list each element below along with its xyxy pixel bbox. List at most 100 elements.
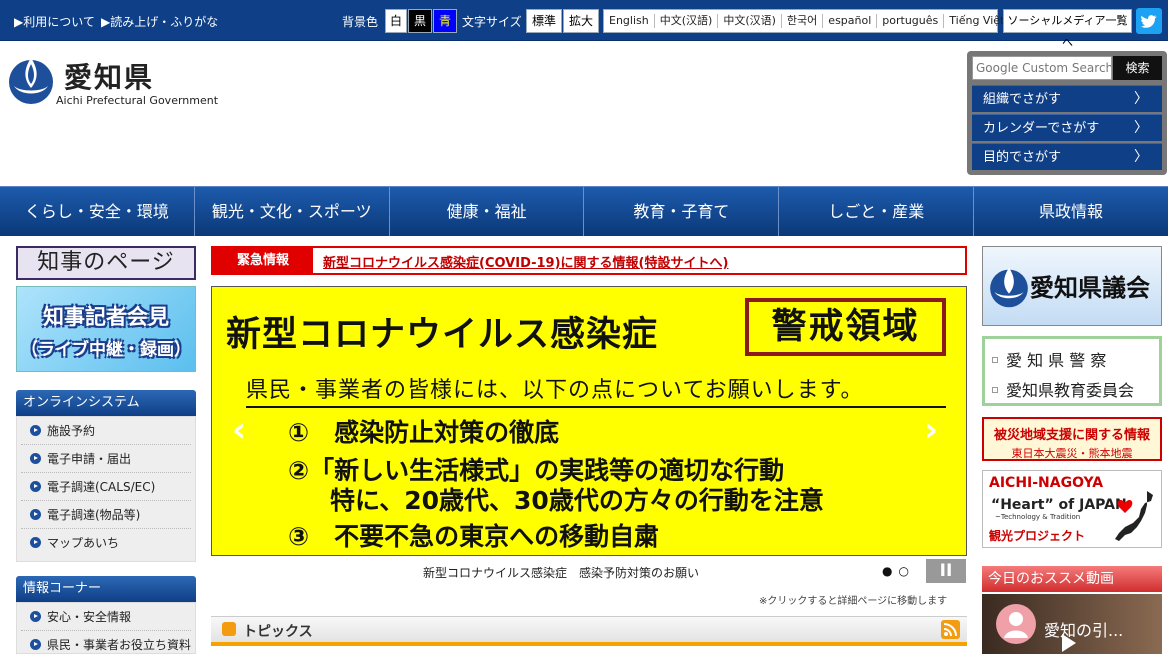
rss-icon[interactable] — [941, 620, 960, 639]
site-subtitle: Aichi Prefectural Government — [56, 94, 219, 107]
topics-label: トピックス — [243, 624, 313, 640]
banner-point-3: ③ 不要不急の東京への移動自粛 — [288, 522, 660, 551]
online-system-heading: オンラインシステム — [16, 390, 196, 416]
disaster-subtitle: 東日本大震災・熊本地震 — [1011, 447, 1133, 460]
slide-pause-button[interactable]: II — [926, 559, 966, 583]
info-corner-heading: 情報コーナー — [16, 576, 196, 602]
list-item[interactable]: 安心・安全情報 — [21, 603, 191, 631]
education-label: 愛知県教育委員会 — [1006, 381, 1135, 400]
site-title[interactable]: 愛知県 — [64, 56, 154, 96]
list-item[interactable]: 電子申請・届出 — [21, 445, 191, 473]
recommended-video-heading: 今日のおススメ動画 — [982, 566, 1162, 592]
police-label: 愛 知 県 警 察 — [1006, 351, 1107, 370]
nav-education-childcare[interactable]: 教育・子育て — [584, 187, 780, 236]
aichi-nagoya-tourism-banner[interactable]: AICHI-NAGOYA “Heart” of JAPAN ~Technolog… — [982, 470, 1162, 548]
nav-life-safety[interactable]: くらし・安全・環境 — [0, 187, 195, 236]
search-link-label: 組織でさがす — [983, 92, 1062, 107]
search-by-purpose[interactable]: 目的でさがす 〉 — [972, 143, 1162, 170]
square-bullet-icon — [992, 387, 998, 393]
font-standard-button[interactable]: 標準 — [526, 9, 562, 33]
japan-map-icon — [1115, 491, 1153, 541]
slide-next-icon[interactable]: › — [924, 410, 938, 450]
press-line2: （ライブ中継・録画） — [21, 340, 191, 360]
search-button[interactable]: 検索 — [1113, 56, 1162, 80]
list-item[interactable]: 電子調達(物品等) — [21, 501, 191, 529]
read-aloud-link[interactable]: ▶読み上げ・ふりがな — [101, 13, 218, 30]
lang-spanish[interactable]: español — [823, 14, 878, 28]
search-by-organization[interactable]: 組織でさがす 〉 — [972, 85, 1162, 112]
topics-icon — [222, 622, 236, 636]
list-item[interactable]: マップあいち — [21, 529, 191, 557]
technology-tradition-text: ~Technology & Tradition — [995, 513, 1081, 521]
aichi-logo-icon[interactable] — [8, 50, 54, 106]
banner-title: 新型コロナウイルス感染症 — [226, 315, 659, 355]
play-icon[interactable] — [1062, 634, 1076, 652]
arrow-bullet-icon — [30, 425, 41, 436]
lang-english[interactable]: English — [604, 14, 655, 28]
slide-pagination-dots[interactable]: ●○ — [882, 564, 915, 578]
search-by-calendar[interactable]: カレンダーでさがす 〉 — [972, 114, 1162, 141]
list-item-label: 施設予約 — [47, 424, 96, 438]
list-item-label: 電子申請・届出 — [47, 452, 132, 466]
emergency-label: 緊急情報 — [213, 248, 313, 273]
social-media-list-link[interactable]: ソーシャルメディア一覧へ — [1003, 9, 1132, 49]
about-link[interactable]: ▶利用について — [14, 13, 95, 30]
nav-prefectural-info[interactable]: 県政情報 — [974, 187, 1168, 236]
lang-chinese-simplified[interactable]: 中文(汉语) — [718, 14, 782, 28]
slide-prev-icon[interactable]: ‹ — [232, 410, 246, 450]
disaster-title: 被災地域支援に関する情報 — [993, 428, 1150, 443]
bgcolor-label: 背景色 — [342, 15, 379, 29]
top-utility-bar: ▶利用について ▶読み上げ・ふりがな 背景色 白 黒 青 文字サイズ 標準 拡大… — [0, 0, 1168, 49]
font-large-button[interactable]: 拡大 — [563, 9, 599, 33]
arrow-bullet-icon — [30, 453, 41, 464]
arrow-bullet-icon — [30, 611, 41, 622]
assembly-label: 愛知県議会 — [1030, 274, 1150, 302]
chevron-right-icon: 〉 — [1134, 149, 1148, 165]
arrow-bullet-icon — [30, 509, 41, 520]
banner-point-1: ① 感染防止対策の徹底 — [288, 418, 560, 447]
lang-chinese-traditional[interactable]: 中文(汉語) — [655, 14, 719, 28]
arrow-bullet-icon — [30, 639, 41, 650]
list-item-label: 県民・事業者お役立ち資料 — [47, 638, 191, 652]
nav-tourism-culture[interactable]: 観光・文化・スポーツ — [195, 187, 390, 236]
covid-special-site-link[interactable]: 新型コロナウイルス感染症(COVID-19)に関する情報(特設サイトへ) — [323, 252, 728, 271]
bg-blue-button[interactable]: 青 — [433, 9, 457, 33]
lang-korean[interactable]: 한국어 — [782, 14, 824, 28]
education-board-link[interactable]: 愛知県教育委員会 — [992, 377, 1134, 401]
topics-header — [211, 616, 967, 646]
info-corner-list: 安心・安全情報 県民・事業者お役立ち資料 — [16, 602, 196, 654]
heart-of-japan-text: “Heart” of JAPAN — [991, 497, 1127, 513]
list-item[interactable]: 電子調達(CALS/EC) — [21, 473, 191, 501]
lang-vietnamese[interactable]: Tiếng Việt — [944, 14, 1009, 28]
list-item[interactable]: 県民・事業者お役立ち資料 — [21, 631, 191, 654]
list-item-label: 電子調達(物品等) — [47, 508, 141, 522]
language-selector: English 中文(汉語) 中文(汉语) 한국어 español portug… — [603, 9, 1004, 33]
nav-work-industry[interactable]: しごと・産業 — [779, 187, 975, 236]
main-navigation: くらし・安全・環境 観光・文化・スポーツ 健康・福祉 教育・子育て しごと・産業… — [0, 186, 1168, 236]
disaster-support-banner[interactable]: 被災地域支援に関する情報 東日本大震災・熊本地震 — [982, 417, 1162, 461]
list-item-label: マップあいち — [47, 536, 120, 550]
governor-page-link[interactable]: 知事のページ — [16, 246, 196, 280]
twitter-icon[interactable] — [1136, 8, 1162, 34]
nav-health-welfare[interactable]: 健康・福祉 — [390, 187, 585, 236]
click-note: ※クリックすると詳細ページに移動します — [759, 596, 948, 607]
search-link-label: 目的でさがす — [983, 150, 1062, 165]
press-line1: 知事記者会見 — [43, 305, 169, 329]
online-system-list: 施設予約 電子申請・届出 電子調達(CALS/EC) 電子調達(物品等) マップ… — [16, 416, 196, 562]
list-item-label: 安心・安全情報 — [47, 610, 132, 624]
arrow-bullet-icon — [30, 481, 41, 492]
search-input[interactable]: Google Custom Search — [972, 56, 1112, 80]
bg-white-button[interactable]: 白 — [385, 9, 407, 33]
chevron-right-icon: 〉 — [1134, 120, 1148, 136]
list-item[interactable]: 施設予約 — [21, 417, 191, 445]
aichi-nagoya-title: AICHI-NAGOYA — [989, 475, 1104, 491]
police-link[interactable]: 愛 知 県 警 察 — [992, 347, 1106, 371]
arrow-bullet-icon — [30, 537, 41, 548]
chevron-right-icon: 〉 — [1134, 91, 1148, 107]
bg-black-button[interactable]: 黒 — [408, 9, 432, 33]
press-conference-banner[interactable]: 知事記者会見 （ライブ中継・録画） — [16, 286, 196, 372]
assembly-logo-icon — [990, 267, 1028, 308]
lang-portuguese[interactable]: português — [877, 14, 945, 28]
slide-caption[interactable]: 新型コロナウイルス感染症 感染予防対策のお願い — [211, 564, 911, 581]
avatar-icon — [996, 604, 1036, 644]
